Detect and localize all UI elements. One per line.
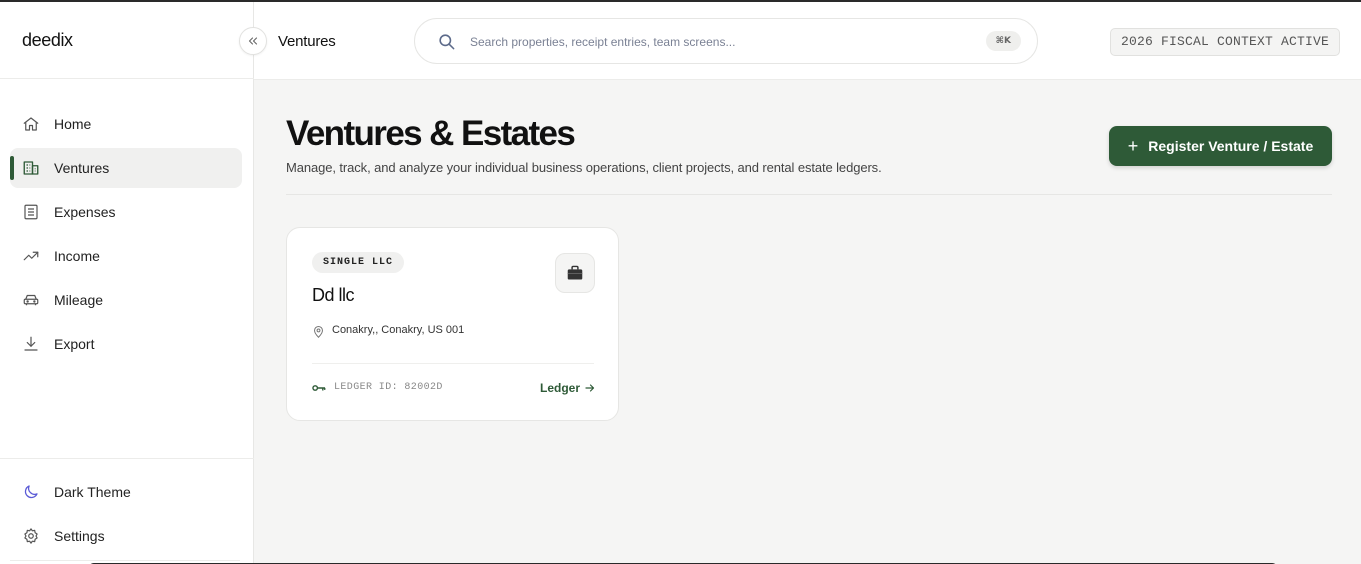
page-subtitle: Manage, track, and analyze your individu… [286,160,882,175]
key-icon [312,385,326,391]
ledger-link-label: Ledger [540,381,581,395]
entity-type-badge: SINGLE LLC [312,252,405,273]
plus-icon: + [1127,136,1139,156]
search-bar[interactable]: ⌘K [414,18,1038,64]
sidebar-item-settings[interactable]: Settings [10,516,242,556]
sidebar-item-label: Home [54,116,92,132]
venture-location: Conakry,, Conakry, US 001 [332,324,465,336]
building-icon [23,161,39,175]
sidebar-item-label: Ventures [54,160,110,176]
ledger-link[interactable]: Ledger [540,381,596,395]
trending-up-icon [23,251,39,261]
sidebar-item-mileage[interactable]: Mileage [10,280,242,320]
search-input[interactable] [470,31,910,53]
register-venture-label: Register Venture / Estate [1148,138,1314,154]
sidebar-item-label: Expenses [54,204,116,220]
moon-icon [24,485,38,499]
sidebar-item-export[interactable]: Export [10,324,242,364]
sidebar-item-home[interactable]: Home [10,104,242,144]
sidebar-divider [0,78,254,79]
page-title: Ventures & Estates [286,114,576,153]
ledger-id: LEDGER ID: 82002D [334,382,443,393]
breadcrumb: Ventures [278,33,336,50]
briefcase-icon [567,265,583,280]
sidebar-divider [0,458,254,459]
top-bar: Ventures ⌘K 2026 FISCAL CONTEXT ACTIVE [254,2,1361,80]
sidebar-item-dark-theme[interactable]: Dark Theme [10,472,242,512]
keyboard-shortcut-badge: ⌘K [985,31,1021,51]
sidebar-item-label: Export [54,336,95,352]
venture-card[interactable]: SINGLE LLC Dd llc Conakry,, Conakry, US … [286,227,619,421]
header-divider [286,194,1332,195]
search-icon [439,34,455,50]
chevrons-left-icon [248,37,258,45]
gear-icon [24,528,38,544]
venture-name: Dd llc [312,285,355,305]
sidebar-item-income[interactable]: Income [10,236,242,276]
location-pin-icon [314,325,323,338]
register-venture-button[interactable]: + Register Venture / Estate [1109,126,1332,166]
brand-logo[interactable]: deedix [22,30,73,51]
venture-type-button[interactable] [555,253,595,293]
arrow-right-icon [585,384,595,392]
sidebar-item-label: Mileage [54,292,104,308]
sidebar-divider [10,560,240,561]
receipt-icon [24,204,38,220]
sidebar: deedix Home Ventures Expenses Income Mil… [0,2,254,564]
active-indicator [10,156,14,180]
collapse-sidebar-button[interactable] [239,27,267,55]
sidebar-item-label: Settings [54,528,105,544]
home-icon [23,117,39,131]
sidebar-item-expenses[interactable]: Expenses [10,192,242,232]
sidebar-item-ventures[interactable]: Ventures [10,148,242,188]
fiscal-context-badge: 2026 FISCAL CONTEXT ACTIVE [1109,28,1340,56]
sidebar-item-label: Income [54,248,100,264]
car-icon [23,294,39,306]
download-icon [24,336,38,351]
sidebar-item-label: Dark Theme [54,484,131,500]
card-divider [312,363,594,364]
